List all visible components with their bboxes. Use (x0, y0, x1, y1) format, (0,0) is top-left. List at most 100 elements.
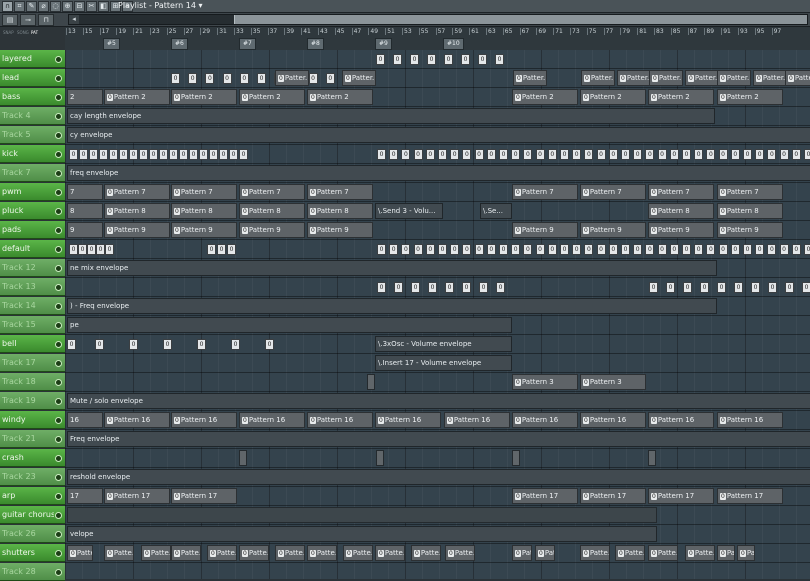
track-mute-dot[interactable] (55, 398, 62, 405)
mini-clip[interactable]: 0 (78, 244, 87, 255)
track-header[interactable]: kick (0, 145, 65, 163)
pattern-clip[interactable]: 0Patte... (615, 545, 645, 561)
pattern-clip[interactable]: 0 Pattern 7 (239, 184, 305, 200)
pattern-clip[interactable]: 0 Pattern 2 (717, 89, 783, 105)
pattern-clip[interactable]: 0 Pattern 2 (512, 89, 578, 105)
mini-clip[interactable]: 0 (478, 54, 487, 65)
mini-clip[interactable]: 0 (743, 244, 752, 255)
track-header[interactable]: crash (0, 449, 65, 467)
pattern-clip[interactable]: 16 (67, 412, 103, 428)
pattern-clip[interactable]: 0 Pattern 8 (307, 203, 373, 219)
track-header[interactable]: Track 19 (0, 392, 65, 410)
mini-clip[interactable]: 0 (633, 149, 643, 160)
mini-clip[interactable]: 0 (706, 149, 716, 160)
pattern-clip[interactable]: 0Patter... (717, 70, 751, 86)
mini-clip[interactable]: 0 (197, 339, 206, 350)
pattern-clip[interactable]: 0Patte... (580, 545, 610, 561)
pattern-clip[interactable]: 0 Pattern 16 (648, 412, 714, 428)
pattern-clip[interactable]: 0 Pattern 9 (104, 222, 170, 238)
pattern-clip[interactable]: 0 Pattern 17 (171, 488, 237, 504)
pattern-clip[interactable]: 0 Pattern 17 (580, 488, 646, 504)
track-header[interactable]: Track 15 (0, 316, 65, 334)
mini-clip[interactable]: 0 (325, 73, 335, 84)
track-mute-dot[interactable] (55, 512, 62, 519)
mini-clip[interactable]: 0 (139, 149, 148, 160)
pattern-clip[interactable]: 0 Pattern 16 (104, 412, 170, 428)
pattern-clip[interactable]: 0Patte... (207, 545, 237, 561)
mini-clip[interactable]: 0 (608, 149, 618, 160)
mini-clip[interactable]: 0 (159, 149, 168, 160)
mini-clip[interactable]: 0 (608, 244, 618, 255)
track-header[interactable]: Track 5 (0, 126, 65, 144)
mini-clip[interactable]: 0 (535, 149, 545, 160)
pattern-clip[interactable]: 0 Pattern 17 (104, 488, 170, 504)
pattern-clip[interactable]: 0 Pattern 7 (648, 184, 714, 200)
mini-clip[interactable]: 0 (596, 244, 606, 255)
pattern-clip[interactable]: 0 Pattern 8 (171, 203, 237, 219)
track-mute-dot[interactable] (55, 113, 62, 120)
track-mute-dot[interactable] (55, 284, 62, 291)
pattern-clip[interactable]: 0Patter... (581, 70, 615, 86)
mini-clip[interactable]: 0 (779, 244, 789, 255)
pattern-clip[interactable]: 0 Pattern 2 (239, 89, 305, 105)
pattern-clip[interactable]: 0Patter... (342, 70, 376, 86)
mini-clip[interactable]: 0 (425, 149, 435, 160)
pattern-clip[interactable]: 0 Pattern 16 (239, 412, 305, 428)
mini-clip[interactable]: 0 (621, 149, 630, 160)
mini-clip[interactable]: 0 (209, 149, 218, 160)
mini-clip[interactable]: 0 (445, 282, 454, 293)
horizontal-scrollbar[interactable]: ◂ (68, 14, 808, 25)
track-mute-dot[interactable] (55, 75, 62, 82)
mini-clip[interactable]: 0 (96, 244, 105, 255)
pattern-clip[interactable]: 0 Pattern 7 (717, 184, 783, 200)
clip-block[interactable] (239, 450, 247, 466)
mini-clip[interactable]: 0 (666, 282, 675, 293)
pattern-clip[interactable]: 0Patte... (445, 545, 475, 561)
track-mute-dot[interactable] (55, 417, 62, 424)
clip-block[interactable] (512, 450, 520, 466)
mini-clip[interactable]: 0 (462, 282, 471, 293)
pattern-clip[interactable]: 0 Pattern 7 (171, 184, 237, 200)
mini-clip[interactable]: 0 (219, 149, 228, 160)
mini-clip[interactable]: 0 (87, 244, 96, 255)
mini-clip[interactable]: 0 (682, 244, 691, 255)
pattern-clip[interactable]: 0 Pattern 9 (171, 222, 237, 238)
track-header[interactable]: default (0, 240, 65, 258)
tool-button-1[interactable]: ⌗ (14, 1, 25, 12)
track-header[interactable]: lead (0, 69, 65, 87)
track-header[interactable]: Track 18 (0, 373, 65, 391)
pattern-clip[interactable]: 0 Pattern 7 (104, 184, 170, 200)
track-mute-dot[interactable] (55, 493, 62, 500)
pattern-clip[interactable]: 0 Pattern 16 (512, 412, 578, 428)
track-header[interactable]: Track 21 (0, 430, 65, 448)
menu-button[interactable]: ▤ (2, 14, 18, 26)
mini-clip[interactable]: 0 (129, 149, 138, 160)
pattern-clip[interactable]: 0 Pattern 2 (648, 89, 714, 105)
track-mute-dot[interactable] (55, 246, 62, 253)
pattern-clip[interactable]: \.Send 3 - Volu... (375, 203, 443, 219)
mini-clip[interactable]: 0 (768, 282, 777, 293)
track-mute-dot[interactable] (55, 189, 62, 196)
pattern-clip[interactable]: 0 Pattern 3 (580, 374, 646, 390)
track-header[interactable]: Track 14 (0, 297, 65, 315)
pattern-clip[interactable]: 0Patter... (649, 70, 683, 86)
mini-clip[interactable]: 0 (229, 149, 238, 160)
pattern-clip[interactable]: 0Patter... (513, 70, 547, 86)
pattern-clip[interactable]: cay length envelope (67, 108, 715, 124)
mini-clip[interactable]: 0 (730, 244, 740, 255)
pattern-clip[interactable]: 0 Pattern 2 (307, 89, 373, 105)
mini-clip[interactable]: 0 (486, 244, 496, 255)
mini-clip[interactable]: 0 (462, 149, 472, 160)
pattern-clip[interactable]: 0 Pattern 2 (171, 89, 237, 105)
mini-clip[interactable]: 0 (461, 54, 470, 65)
mini-clip[interactable]: 0 (189, 149, 198, 160)
mini-clip[interactable]: 0 (231, 339, 240, 350)
tool-button-0[interactable]: ∩ (2, 1, 13, 12)
pattern-clip[interactable]: 0Patter... (785, 70, 810, 86)
pattern-clip[interactable]: 0 Pattern 16 (580, 412, 646, 428)
pattern-clip[interactable]: 0 Pattern 7 (580, 184, 646, 200)
mini-clip[interactable]: 0 (171, 73, 180, 84)
track-mute-dot[interactable] (55, 151, 62, 158)
snap-button[interactable]: ⊸ (20, 14, 36, 26)
mini-clip[interactable]: 0 (523, 244, 533, 255)
